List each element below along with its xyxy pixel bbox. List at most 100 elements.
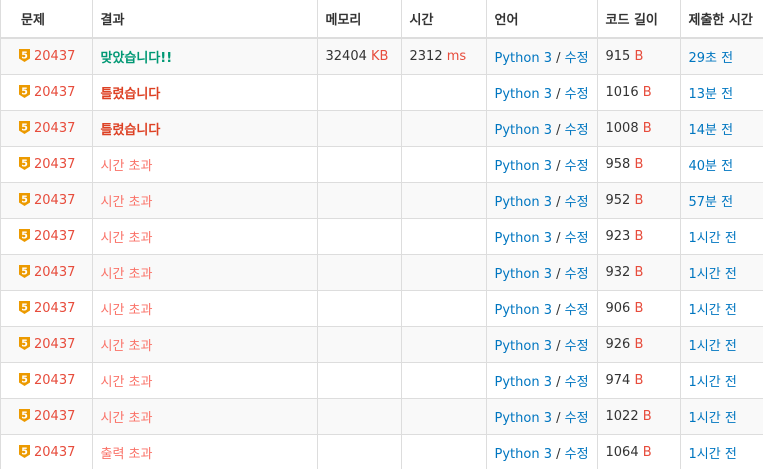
svg-text:5: 5 (21, 339, 28, 350)
problem-link[interactable]: 20437 (34, 193, 75, 208)
language-link[interactable]: Python 3 (495, 303, 552, 318)
code-length-cell: 932 B (597, 254, 681, 291)
result-output-limit: 출력 초과 (100, 447, 153, 462)
problem-link[interactable]: 20437 (34, 157, 75, 172)
edit-link[interactable]: 수정 (565, 303, 589, 318)
problem-link[interactable]: 20437 (34, 373, 75, 388)
code-length-cell: 1022 B (597, 398, 681, 435)
submitted-time-link[interactable]: 40분 전 (689, 159, 734, 174)
memory-cell (317, 146, 402, 183)
submitted-time-link[interactable]: 1시간 전 (689, 375, 737, 390)
language-link[interactable]: Python 3 (495, 447, 552, 462)
language-cell: Python 3 / 수정 (486, 37, 598, 75)
submitted-time-cell: 14분 전 (680, 110, 763, 147)
result-time-limit: 시간 초과 (100, 339, 153, 354)
time-cell (401, 146, 487, 183)
result-time-limit: 시간 초과 (100, 303, 153, 318)
code-length-unit: B (634, 193, 644, 208)
submitted-time-link[interactable]: 14분 전 (689, 123, 734, 138)
submitted-time-link[interactable]: 1시간 전 (689, 447, 737, 462)
submitted-time-link[interactable]: 1시간 전 (689, 267, 737, 282)
edit-link[interactable]: 수정 (565, 267, 589, 282)
code-length-value: 952 (605, 193, 631, 208)
submitted-time-link[interactable]: 57분 전 (689, 195, 734, 210)
submitted-time-link[interactable]: 29초 전 (689, 51, 734, 66)
memory-cell (317, 326, 402, 363)
edit-link[interactable]: 수정 (565, 231, 589, 246)
result-cell: 틀렸습니다 (92, 110, 318, 147)
time-cell (401, 326, 487, 363)
language-link[interactable]: Python 3 (495, 51, 552, 66)
result-time-limit: 시간 초과 (100, 411, 153, 426)
edit-link[interactable]: 수정 (565, 123, 589, 138)
problem-cell: 5 20437 (1, 218, 93, 255)
language-link[interactable]: Python 3 (495, 375, 552, 390)
time-cell (401, 218, 487, 255)
problem-link[interactable]: 20437 (34, 229, 75, 244)
edit-link[interactable]: 수정 (565, 339, 589, 354)
code-length-cell: 1016 B (597, 74, 681, 111)
submitted-time-link[interactable]: 1시간 전 (689, 303, 737, 318)
result-cell: 시간 초과 (92, 218, 318, 255)
edit-link[interactable]: 수정 (565, 159, 589, 174)
language-separator: / (551, 159, 565, 174)
code-length-cell: 1064 B (597, 434, 681, 469)
language-link[interactable]: Python 3 (495, 411, 552, 426)
language-separator: / (551, 231, 565, 246)
problem-link[interactable]: 20437 (34, 409, 75, 424)
result-cell: 시간 초과 (92, 362, 318, 399)
submitted-time-link[interactable]: 13분 전 (689, 87, 734, 102)
table-row: 5 20437 시간 초과 Python 3 / 수정 923 B 1시간 전 (1, 218, 763, 255)
problem-link[interactable]: 20437 (34, 301, 75, 316)
svg-text:5: 5 (21, 267, 28, 278)
problem-link[interactable]: 20437 (34, 121, 75, 136)
code-length-cell: 958 B (597, 146, 681, 183)
edit-link[interactable]: 수정 (565, 375, 589, 390)
submitted-time-link[interactable]: 1시간 전 (689, 231, 737, 246)
table-row: 5 20437 시간 초과 Python 3 / 수정 974 B 1시간 전 (1, 362, 763, 399)
time-cell (401, 398, 487, 435)
problem-link[interactable]: 20437 (34, 337, 75, 352)
language-link[interactable]: Python 3 (495, 87, 552, 102)
svg-text:5: 5 (21, 375, 28, 386)
language-link[interactable]: Python 3 (495, 195, 552, 210)
submitted-time-link[interactable]: 1시간 전 (689, 339, 737, 354)
language-cell: Python 3 / 수정 (486, 110, 598, 147)
language-link[interactable]: Python 3 (495, 159, 552, 174)
language-link[interactable]: Python 3 (495, 339, 552, 354)
header-memory: 메모리 (317, 0, 402, 39)
problem-link[interactable]: 20437 (34, 265, 75, 280)
tier-gold-icon: 5 (19, 409, 30, 422)
tier-gold-icon: 5 (19, 301, 30, 314)
language-link[interactable]: Python 3 (495, 231, 552, 246)
language-link[interactable]: Python 3 (495, 267, 552, 282)
edit-link[interactable]: 수정 (565, 447, 589, 462)
result-cell: 틀렸습니다 (92, 74, 318, 111)
edit-link[interactable]: 수정 (565, 195, 589, 210)
tier-gold-icon: 5 (19, 193, 30, 206)
memory-cell (317, 74, 402, 111)
tier-gold-icon: 5 (19, 157, 30, 170)
code-length-cell: 1008 B (597, 110, 681, 147)
language-cell: Python 3 / 수정 (486, 362, 598, 399)
problem-cell: 5 20437 (1, 326, 93, 363)
submitted-time-cell: 13분 전 (680, 74, 763, 111)
header-language: 언어 (486, 0, 598, 39)
tier-gold-icon: 5 (19, 265, 30, 278)
problem-cell: 5 20437 (1, 254, 93, 291)
problem-link[interactable]: 20437 (34, 49, 75, 64)
submitted-time-link[interactable]: 1시간 전 (689, 411, 737, 426)
result-cell: 시간 초과 (92, 182, 318, 219)
problem-link[interactable]: 20437 (34, 445, 75, 460)
language-link[interactable]: Python 3 (495, 123, 552, 138)
code-length-unit: B (642, 445, 652, 460)
problem-link[interactable]: 20437 (34, 85, 75, 100)
code-length-cell: 906 B (597, 290, 681, 327)
edit-link[interactable]: 수정 (565, 87, 589, 102)
table-row: 5 20437 시간 초과 Python 3 / 수정 932 B 1시간 전 (1, 254, 763, 291)
submitted-time-cell: 1시간 전 (680, 290, 763, 327)
svg-text:5: 5 (21, 447, 28, 458)
edit-link[interactable]: 수정 (565, 411, 589, 426)
submitted-time-cell: 1시간 전 (680, 326, 763, 363)
edit-link[interactable]: 수정 (565, 51, 589, 66)
